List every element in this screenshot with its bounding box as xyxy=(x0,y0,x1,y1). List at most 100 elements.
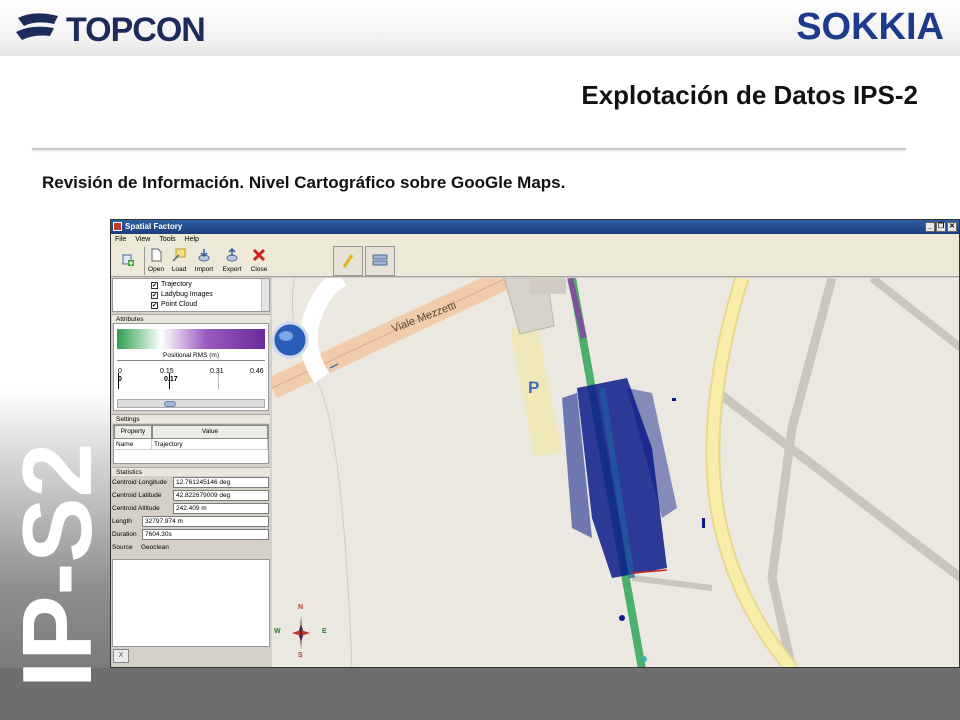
window-titlebar[interactable]: Spatial Factory _ ❐ ✕ xyxy=(111,220,959,234)
settings-col-property[interactable]: Property xyxy=(114,425,152,439)
spatial-factory-window: Spatial Factory _ ❐ ✕ File View Tools He… xyxy=(110,219,960,668)
map-canvas xyxy=(272,278,959,667)
maximize-button[interactable]: ❐ xyxy=(936,222,946,232)
rms-tick-3: 0.46 xyxy=(250,368,264,375)
new-project-button[interactable] xyxy=(115,247,141,275)
layers-tool-button[interactable] xyxy=(365,246,395,276)
settings-col-value[interactable]: Value xyxy=(152,425,268,439)
compass-east-label: E xyxy=(322,628,327,635)
menu-bar: File View Tools Help xyxy=(111,234,959,245)
rms-color-ramp xyxy=(117,329,265,349)
menu-view[interactable]: View xyxy=(135,234,150,245)
compass-north-label: N xyxy=(298,604,304,611)
stat-row-source: Source Geoclean xyxy=(111,542,271,554)
export-label: Export xyxy=(222,266,242,273)
slider-handle[interactable] xyxy=(164,401,176,407)
side-panel: ✔ Trajectory ✔ Ladybug Images ✔ Point Cl… xyxy=(111,278,271,667)
bottom-band xyxy=(0,668,960,720)
load-icon xyxy=(172,248,186,262)
rms-tick-1: 0.15 xyxy=(160,368,174,375)
compass-rose-icon xyxy=(292,616,310,650)
layer-checkbox[interactable]: ✔ xyxy=(151,291,158,299)
settings-value: Trajectory xyxy=(152,439,268,450)
topcon-wordmark: TOPCON xyxy=(66,11,206,49)
main-toolbar: Open Load Import Export Close xyxy=(111,245,959,277)
close-icon xyxy=(252,248,266,262)
parking-label: P xyxy=(528,378,540,397)
stat-label: Centroid Longitude xyxy=(112,479,167,486)
stat-value[interactable]: 12.761245146 deg xyxy=(173,477,269,488)
compass-west-label: W xyxy=(274,628,281,635)
minimize-button[interactable]: _ xyxy=(925,222,935,232)
menu-help[interactable]: Help xyxy=(185,234,199,245)
stat-row-altitude: Centroid Altitude 242.409 m xyxy=(111,503,271,515)
rms-title: Positional RMS (m) xyxy=(163,352,219,359)
add-icon xyxy=(122,254,134,266)
stat-value[interactable]: 42.822679009 deg xyxy=(173,490,269,501)
stat-label: Duration xyxy=(112,531,137,538)
compass-south-label: S xyxy=(298,652,303,659)
map-view[interactable]: Viale Mezzetti P N S W E xyxy=(272,278,959,667)
menu-tools[interactable]: Tools xyxy=(159,234,175,245)
stat-label: Source xyxy=(112,544,133,551)
layer-label: Point Cloud xyxy=(161,301,198,308)
open-label: Open xyxy=(148,266,164,273)
layer-list: ✔ Trajectory ✔ Ladybug Images ✔ Point Cl… xyxy=(112,278,270,312)
import-label: Import xyxy=(194,266,214,273)
export-icon xyxy=(226,247,238,262)
layer-checkbox[interactable]: ✔ xyxy=(151,281,158,289)
stat-value[interactable]: 32797.974 m xyxy=(142,516,269,527)
menu-file[interactable]: File xyxy=(115,234,126,245)
attributes-header: Attributes xyxy=(112,314,270,323)
settings-property: Name xyxy=(114,439,152,450)
rms-tick-2: 0.31 xyxy=(210,368,224,375)
stat-value[interactable]: 242.409 m xyxy=(173,503,269,514)
topcon-swoosh-icon xyxy=(16,13,58,40)
rms-marker xyxy=(218,373,219,389)
stat-row-latitude: Centroid Latitude 42.822679009 deg xyxy=(111,490,271,502)
stat-row-duration: Duration 7604.30s xyxy=(111,529,271,541)
layer-item-trajectory[interactable]: ✔ Trajectory xyxy=(151,280,192,290)
stat-value: Geoclean xyxy=(141,544,169,551)
layer-checkbox[interactable]: ✔ xyxy=(151,301,158,309)
slide-subtitle: Revisión de Información. Nivel Cartográf… xyxy=(42,173,566,192)
rms-selected-min: 0 xyxy=(118,376,122,383)
window-title: Spatial Factory xyxy=(125,222,183,231)
vertical-product-label: IP-S2 xyxy=(2,442,112,688)
layer-label: Ladybug Images xyxy=(161,291,213,298)
import-button[interactable]: Import xyxy=(191,247,217,275)
stat-row-longitude: Centroid Longitude 12.761245146 deg xyxy=(111,477,271,489)
stat-label: Centroid Latitude xyxy=(112,492,162,499)
settings-header: Settings xyxy=(112,414,270,423)
load-label: Load xyxy=(171,266,187,273)
layer-list-scrollbar[interactable] xyxy=(261,279,269,311)
empty-panel xyxy=(112,559,270,647)
load-button[interactable]: Load xyxy=(166,247,192,275)
slide-title: Explotación de Datos IPS-2 xyxy=(581,80,918,110)
close-window-button[interactable]: ✕ xyxy=(947,222,957,232)
app-icon xyxy=(113,222,122,231)
attributes-panel: Positional RMS (m) 0 0.15 0.31 0.46 0 0.… xyxy=(113,323,269,411)
layer-item-point-cloud[interactable]: ✔ Point Cloud xyxy=(151,300,197,310)
layer-item-ladybug-images[interactable]: ✔ Ladybug Images xyxy=(151,290,213,300)
stat-row-length: Length 32797.974 m xyxy=(111,516,271,528)
pencil-icon xyxy=(342,254,354,268)
layers-icon xyxy=(372,254,388,266)
layer-label: Trajectory xyxy=(161,281,192,288)
stat-label: Length xyxy=(112,518,132,525)
stat-label: Centroid Altitude xyxy=(112,505,160,512)
export-button[interactable]: Export xyxy=(219,247,245,275)
rms-divider xyxy=(117,360,265,361)
close-label: Close xyxy=(250,266,268,273)
rms-range-slider[interactable] xyxy=(117,399,265,408)
close-button[interactable]: Close xyxy=(246,247,272,275)
settings-grid: Property Value Name Trajectory xyxy=(113,424,269,464)
statistics-header: Statistics xyxy=(112,467,270,476)
edit-tool-button[interactable] xyxy=(333,246,363,276)
sokkia-logo: SOKKIA xyxy=(796,6,944,48)
settings-row[interactable]: Name Trajectory xyxy=(114,439,268,450)
clear-button[interactable]: X xyxy=(113,649,129,663)
topcon-logo: TOPCON xyxy=(14,10,224,49)
rms-selected-value: 0.17 xyxy=(164,376,178,383)
stat-value[interactable]: 7604.30s xyxy=(142,529,269,540)
